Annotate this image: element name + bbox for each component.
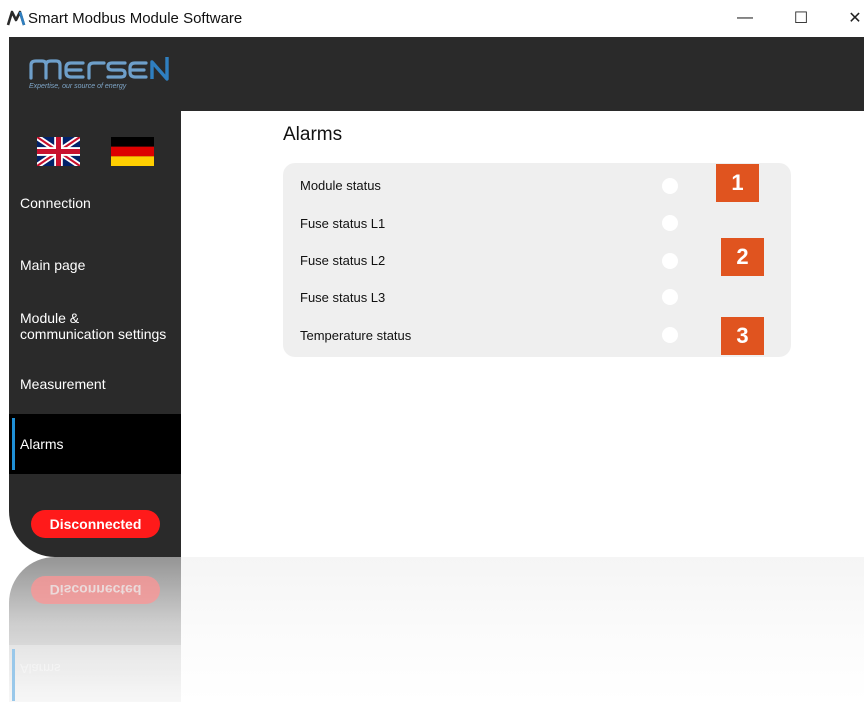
sidebar-item-main-page[interactable]: Main page	[9, 241, 181, 289]
german-flag-icon[interactable]	[111, 137, 154, 166]
sidebar-item-label: Main page	[20, 257, 86, 273]
uk-flag-icon[interactable]	[37, 137, 80, 166]
alarm-row-label-temperature: Temperature status	[300, 328, 412, 343]
callout-badge-2: 2	[721, 238, 764, 276]
sidebar-item-connection[interactable]: Connection	[9, 179, 181, 227]
mersen-logo	[29, 57, 169, 81]
maximize-button[interactable]: ☐	[789, 6, 813, 30]
sidebar: Connection Main page Module & communicat…	[9, 111, 181, 557]
window-title: Smart Modbus Module Software	[28, 10, 243, 27]
minimize-button[interactable]: —	[733, 6, 757, 30]
reflection-status-button: Disconnected	[31, 576, 160, 604]
sidebar-item-label: Measurement	[20, 376, 106, 392]
sidebar-reflection: Disconnected Alarms	[9, 557, 181, 702]
connection-status-button[interactable]: Disconnected	[31, 510, 160, 538]
sidebar-item-measurement[interactable]: Measurement	[9, 360, 181, 408]
sidebar-item-label: Connection	[20, 195, 91, 211]
page-title: Alarms	[283, 124, 343, 145]
sidebar-item-label: Module & communication settings	[20, 310, 167, 342]
content-reflection	[181, 557, 864, 702]
logo-tagline: Expertise, our source of energy	[29, 83, 127, 90]
sidebar-item-label: Alarms	[20, 436, 64, 452]
fuse-l3-indicator	[662, 289, 678, 305]
close-button[interactable]: ✕	[846, 6, 864, 30]
sidebar-item-alarms[interactable]: Alarms	[9, 414, 181, 474]
app-header: Expertise, our source of energy	[9, 37, 864, 111]
callout-badge-3: 3	[721, 317, 764, 355]
alarm-row-label-module-status: Module status	[300, 178, 381, 193]
alarm-row-label-fuse-l3: Fuse status L3	[300, 290, 386, 305]
fuse-l1-indicator	[662, 215, 678, 231]
temperature-status-indicator	[662, 327, 678, 343]
alarms-panel: Module status Fuse status L1 Fuse status…	[283, 163, 791, 357]
reflection-label: Alarms	[20, 661, 61, 676]
alarm-row-label-fuse-l1: Fuse status L1	[300, 216, 386, 231]
alarm-row-label-fuse-l2: Fuse status L2	[300, 253, 386, 268]
app-logo-icon	[6, 10, 26, 26]
sidebar-item-module-communication-settings[interactable]: Module & communication settings	[9, 301, 181, 351]
fuse-l2-indicator	[662, 253, 678, 269]
module-status-indicator	[662, 178, 678, 194]
title-bar: Smart Modbus Module Software — ☐ ✕	[0, 0, 864, 37]
callout-badge-1: 1	[716, 164, 759, 202]
